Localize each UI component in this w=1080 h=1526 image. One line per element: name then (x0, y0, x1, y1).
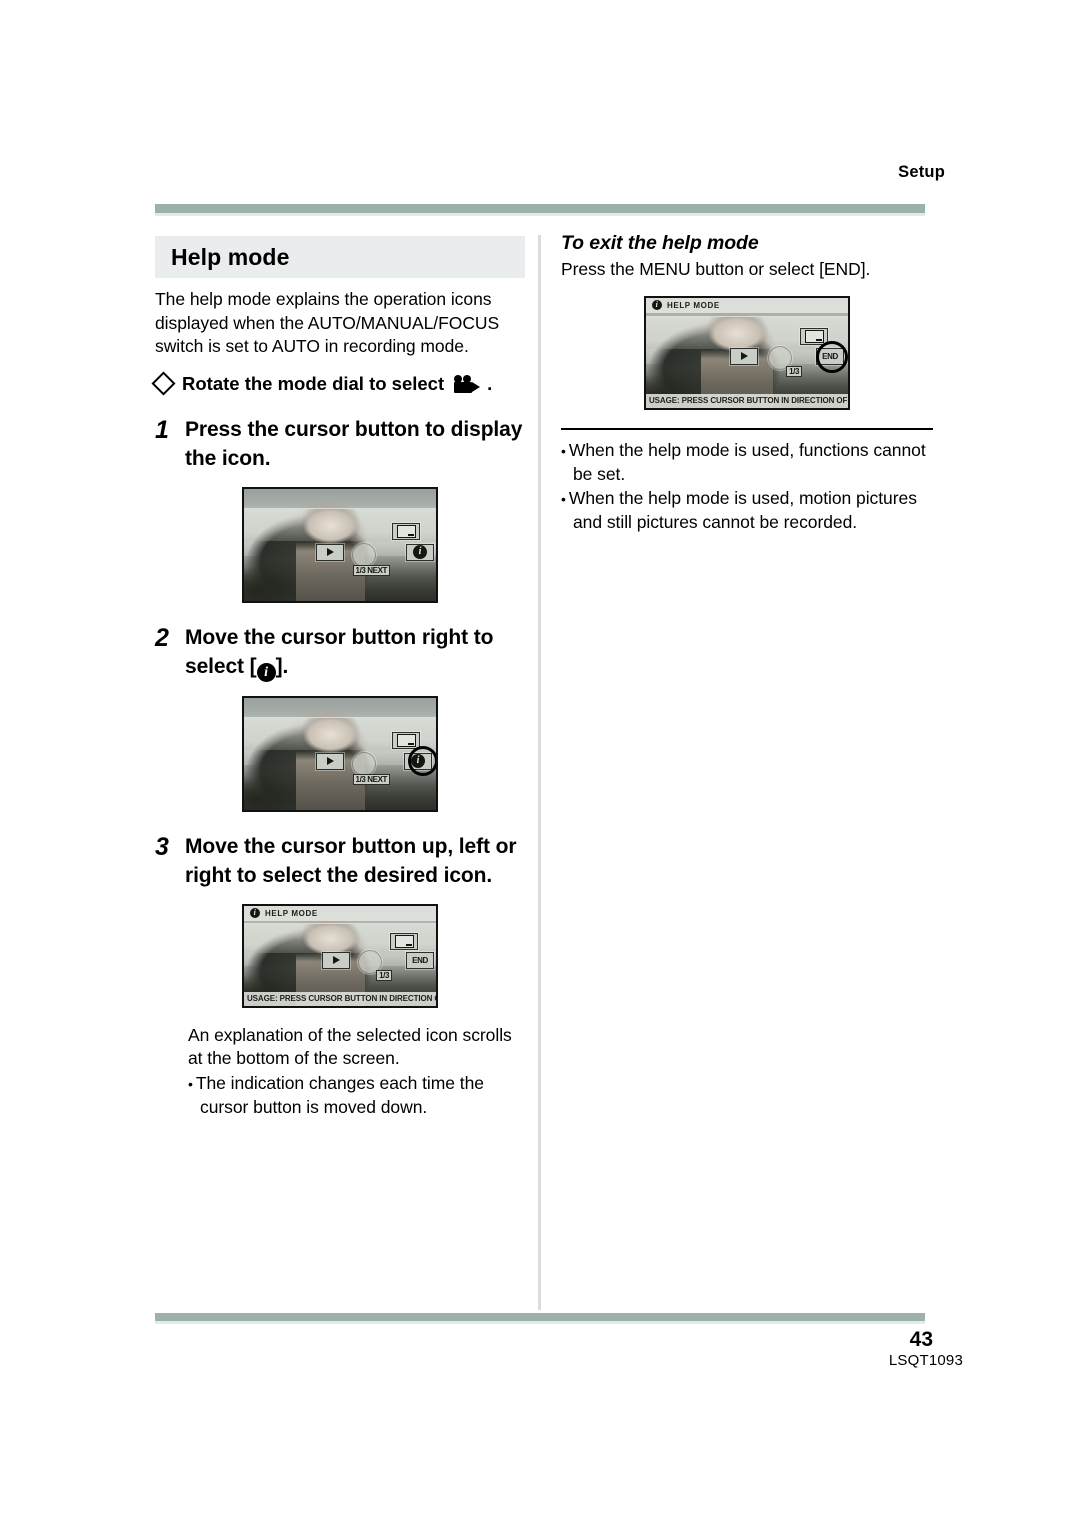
intro-paragraph: The help mode explains the operation ico… (155, 289, 500, 356)
osd-page-counter: 1/3 (376, 969, 392, 981)
osd-page-counter: 1/3 NEXT (352, 564, 390, 576)
list-item: When the help mode is used, motion pictu… (561, 487, 933, 535)
diamond-icon (151, 371, 176, 396)
lcd-screenshot-info-selected: i 1/3 NEXT (242, 695, 438, 812)
step-1: 1 Press the cursor button to display the… (155, 415, 525, 473)
step-1-number: 1 (155, 415, 169, 444)
thumbnail-icon (394, 934, 414, 948)
osd-end-button: END (406, 951, 434, 969)
right-arrow-icon (326, 548, 334, 556)
osd-page-counter: 1/3 (786, 365, 802, 377)
step-2-number: 2 (155, 623, 169, 652)
osd-info-icon: i (406, 543, 434, 561)
column-divider (538, 235, 541, 1310)
osd-end-label: END (412, 955, 428, 965)
running-head: Setup (898, 163, 945, 181)
exit-help-mode-subhead: To exit the help mode (561, 232, 759, 254)
left-column: Help mode The help mode explains the ope… (151, 236, 525, 1120)
osd-center-button (352, 751, 376, 776)
document-code: LSQT1093 (888, 1352, 963, 1369)
lcd-usage-bar: USAGE: PRESS CURSOR BUTTON IN DIRECTION … (646, 393, 848, 408)
step-2-text: Move the cursor button right to select [… (185, 623, 525, 682)
section-separator-rule (561, 427, 933, 430)
prerequisite-label: Rotate the mode dial to select (182, 372, 445, 394)
osd-center-button (352, 542, 376, 567)
header-rule (155, 204, 925, 216)
prerequisite-period: . (487, 372, 493, 394)
right-arrow-icon (740, 352, 748, 360)
after-step3-bullet-list: The indication changes each time the cur… (155, 1072, 525, 1120)
osd-thumbnail-icon (390, 932, 418, 950)
list-item: When the help mode is used, functions ca… (561, 439, 933, 487)
selection-ring (816, 340, 848, 373)
info-icon: i (250, 908, 260, 918)
osd-thumbnail-icon (392, 731, 420, 749)
lcd-title-bar: i HELP MODE (244, 905, 436, 921)
step-3-number: 3 (155, 832, 169, 861)
step-3-text: Move the cursor button up, left or right… (185, 834, 517, 887)
exit-help-mode-paragraph: Press the MENU button or select [END]. (561, 259, 871, 279)
lcd-title-bar-label: HELP MODE (667, 300, 720, 310)
after-step3-paragraph: An explanation of the selected icon scro… (188, 1024, 512, 1069)
lcd-screenshot-help-mode-active: i HELP MODE END 1/3 USAGE: PRESS CURSOR … (242, 903, 438, 1008)
footer-rule (155, 1313, 925, 1324)
lcd-title-bar-label: HELP MODE (265, 908, 318, 918)
info-icon: i (256, 662, 276, 682)
selection-ring (408, 745, 436, 776)
section-title: Help mode (171, 244, 290, 270)
list-item: The indication changes each time the cur… (188, 1072, 525, 1120)
step-3: 3 Move the cursor button up, left or rig… (155, 832, 525, 890)
page-number: 43 (909, 1328, 933, 1351)
movie-camera-icon (454, 374, 481, 393)
osd-right-arrow-icon (322, 951, 350, 969)
section-heading-band: Help mode (155, 236, 525, 278)
prerequisite-line: Rotate the mode dial to select . (151, 371, 525, 396)
osd-thumbnail-icon (392, 522, 420, 540)
step-2-text-after: ]. (275, 654, 289, 678)
step-1-text: Press the cursor button to display the i… (185, 417, 523, 470)
right-arrow-icon (332, 956, 340, 964)
right-arrow-icon (326, 757, 334, 765)
lcd-usage-bar: USAGE: PRESS CURSOR BUTTON IN DIRECTION … (244, 991, 436, 1006)
step-2: 2 Move the cursor button right to select… (155, 623, 525, 682)
lcd-screenshot-cursor-icons: i 1/3 NEXT (242, 486, 438, 603)
notes-bullet-list: When the help mode is used, functions ca… (561, 439, 933, 535)
thumbnail-icon (396, 733, 416, 747)
right-column: To exit the help mode Press the MENU but… (561, 232, 933, 535)
step-2-text-before: Move the cursor button right to select [ (185, 625, 494, 678)
osd-right-arrow-icon (316, 752, 344, 770)
osd-right-arrow-icon (730, 347, 758, 365)
thumbnail-icon (804, 329, 824, 343)
manual-page: Setup Help mode The help mode explains t… (0, 0, 1080, 1526)
thumbnail-icon (396, 524, 416, 538)
osd-right-arrow-icon (316, 543, 344, 561)
lcd-screenshot-end-selected: i HELP MODE END 1/3 USAGE: PRESS CURSOR … (644, 295, 850, 410)
info-icon: i (413, 545, 427, 559)
lcd-title-bar: i HELP MODE (646, 297, 848, 313)
osd-page-counter: 1/3 NEXT (352, 773, 390, 785)
info-icon: i (652, 300, 662, 310)
